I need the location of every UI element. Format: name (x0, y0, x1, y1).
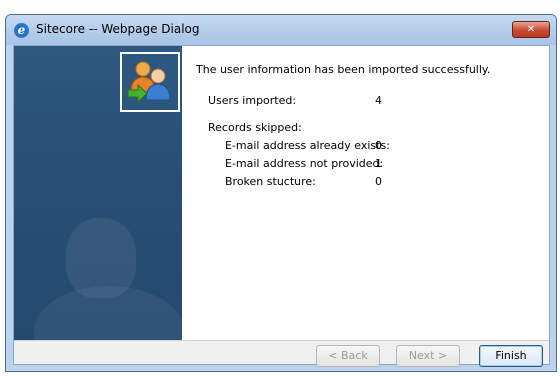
success-message: The user information has been imported s… (196, 63, 491, 76)
banner-silhouette-body (34, 286, 182, 340)
users-import-icon (120, 52, 180, 112)
skipped-email-missing-label: E-mail address not provided: (225, 157, 384, 170)
next-button[interactable]: Next > (396, 345, 460, 367)
wizard-button-bar: < Back Next > Finish (14, 340, 549, 367)
skipped-broken-structure-value: 0 (375, 175, 382, 188)
wizard-content: The user information has been imported s… (182, 46, 549, 340)
skipped-email-exists-value: 0 (375, 139, 382, 152)
internet-explorer-icon: e (14, 23, 29, 38)
window-title: Sitecore -- Webpage Dialog (36, 22, 200, 36)
skipped-email-missing-value: 1 (375, 157, 382, 170)
finish-button[interactable]: Finish (479, 345, 543, 367)
wizard-side-banner (14, 46, 182, 340)
back-button[interactable]: < Back (316, 345, 380, 367)
dialog-client-area: The user information has been imported s… (13, 45, 550, 367)
records-skipped-label: Records skipped: (208, 121, 302, 134)
skipped-broken-structure-label: Broken stucture: (225, 175, 316, 188)
skipped-email-exists-label: E-mail address already exists: (225, 139, 390, 152)
users-imported-value: 4 (375, 94, 382, 107)
users-imported-label: Users imported: (208, 94, 297, 107)
dialog-window: e Sitecore -- Webpage Dialog ✕ The user … (5, 14, 557, 372)
close-icon: ✕ (526, 24, 536, 35)
close-button[interactable]: ✕ (512, 21, 550, 38)
title-bar[interactable]: e Sitecore -- Webpage Dialog ✕ (6, 15, 556, 45)
